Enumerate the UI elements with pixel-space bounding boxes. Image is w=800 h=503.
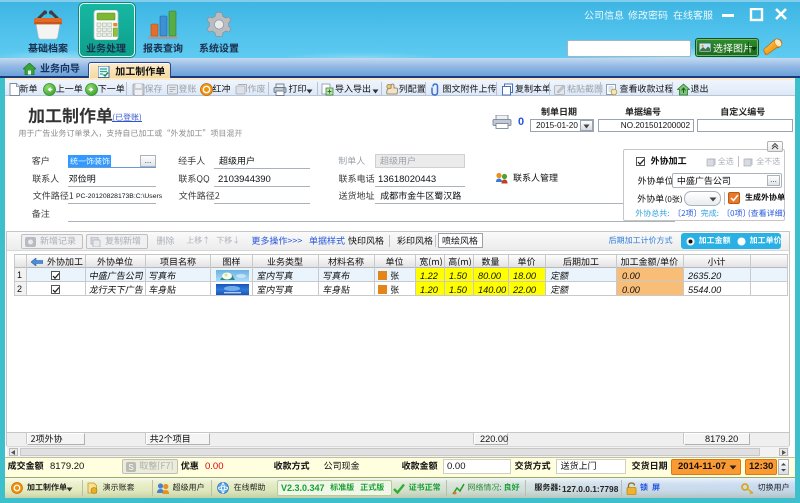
svg-text:S: S xyxy=(128,463,133,472)
